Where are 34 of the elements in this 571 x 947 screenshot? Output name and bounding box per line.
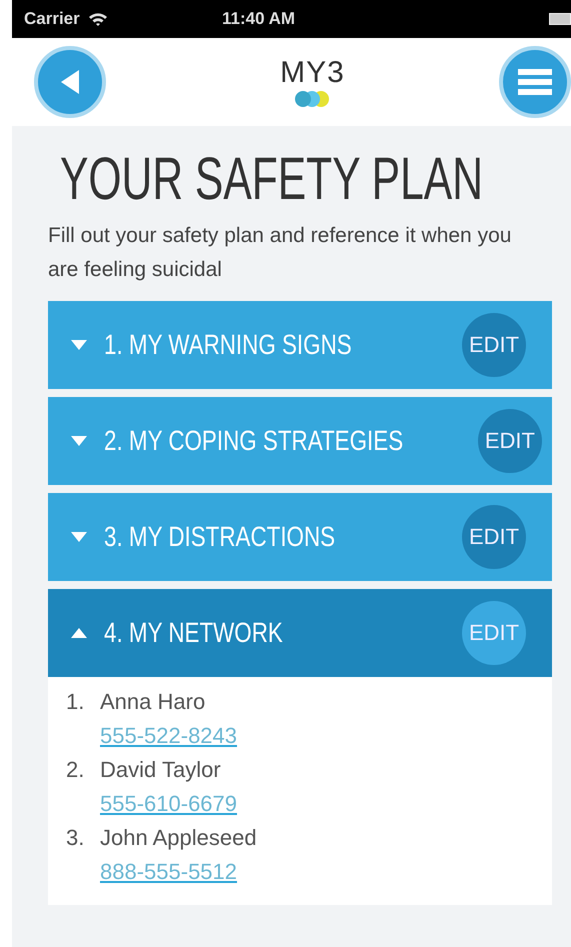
section-header[interactable]: 4. MY NETWORK EDIT — [48, 589, 552, 677]
contact-name: Anna Haro — [100, 689, 206, 715]
section-header[interactable]: 1. MY WARNING SIGNS EDIT — [48, 301, 552, 389]
carrier-label: Carrier — [24, 9, 80, 29]
section-title: 4. MY NETWORK — [104, 617, 284, 649]
app-logo: MY3 — [280, 56, 345, 90]
left-triangle-icon — [59, 69, 81, 95]
edit-button[interactable]: EDIT — [462, 601, 526, 665]
clock-time: 11:40 AM — [222, 9, 296, 29]
page-title: YOUR SAFETY PLAN — [60, 144, 483, 213]
list-number: 3. — [66, 825, 86, 852]
section-header[interactable]: 2. MY COPING STRATEGIES EDIT — [48, 397, 552, 485]
section-title: 3. MY DISTRACTIONS — [104, 521, 336, 553]
phone-link[interactable]: 888-555-5512 — [100, 859, 257, 885]
up-triangle-icon — [70, 627, 88, 639]
list-number: 1. — [66, 689, 86, 716]
section-header[interactable]: 3. MY DISTRACTIONS EDIT — [48, 493, 552, 581]
menu-icon — [518, 69, 552, 95]
page-subtitle: Fill out your safety plan and reference it when you are feeling suicidal — [48, 223, 512, 283]
section-title: 1. MY WARNING SIGNS — [104, 329, 353, 361]
edit-button[interactable]: EDIT — [462, 313, 526, 377]
edit-button[interactable]: EDIT — [462, 505, 526, 569]
section-title: 2. MY COPING STRATEGIES — [104, 425, 404, 457]
edit-button[interactable]: EDIT — [478, 409, 542, 473]
battery-icon — [549, 13, 571, 25]
down-triangle-icon — [70, 435, 88, 447]
phone-link[interactable]: 555-610-6679 — [100, 791, 238, 817]
contact-name: John Appleseed — [100, 825, 257, 851]
down-triangle-icon — [70, 339, 88, 351]
down-triangle-icon — [70, 531, 88, 543]
contact-name: David Taylor — [100, 757, 222, 783]
list-number: 2. — [66, 757, 86, 784]
phone-link[interactable]: 555-522-8243 — [100, 723, 238, 749]
wifi-icon — [88, 12, 108, 26]
